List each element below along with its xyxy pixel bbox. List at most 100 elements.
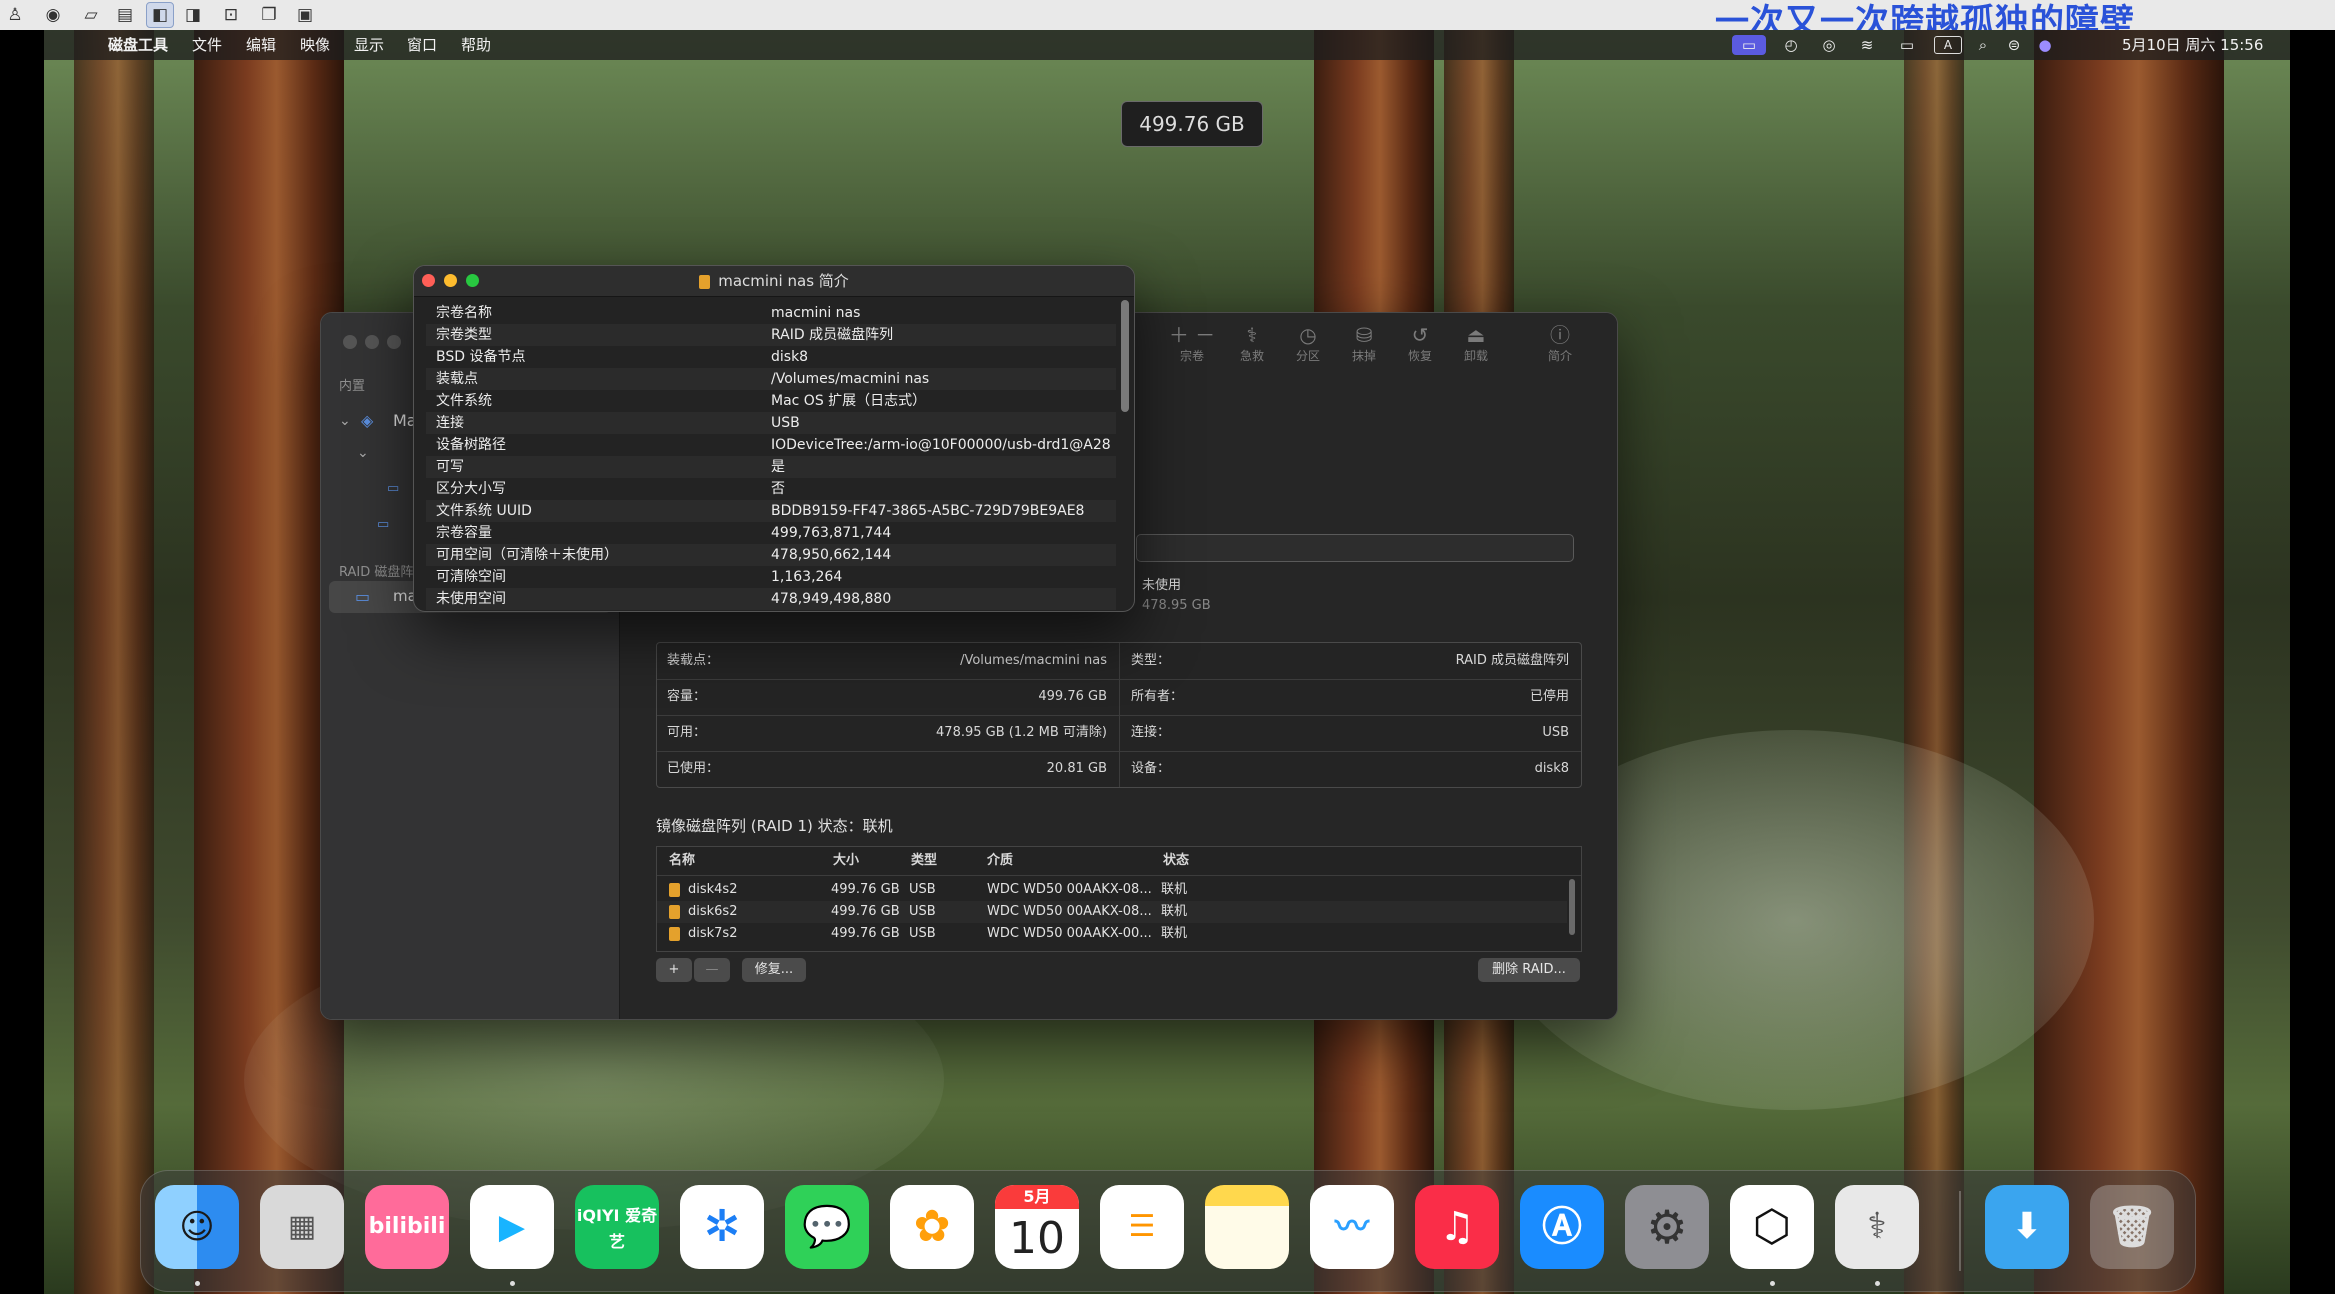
column-header-type[interactable]: 类型: [911, 847, 937, 875]
plus-minus-icon: ＋ －: [1168, 323, 1216, 347]
disk-utility-icon[interactable]: ⚕: [1835, 1185, 1919, 1269]
unmount-icon: ⏏: [1466, 323, 1486, 347]
info-value: USB: [1542, 725, 1569, 740]
search-icon[interactable]: ⌕: [1972, 35, 1994, 55]
zoom-button[interactable]: [387, 335, 401, 349]
wifi-icon[interactable]: ≋: [1854, 35, 1880, 55]
menu-image[interactable]: 映像: [300, 30, 330, 60]
disclosure-chevron-icon[interactable]: ⌄: [357, 445, 369, 461]
info-row: 设备树路径 IODeviceTree:/arm-io@10F00000/usb-d…: [436, 437, 1111, 453]
app-active-icon[interactable]: ◧: [146, 2, 174, 28]
photos-icon[interactable]: ✿: [890, 1185, 974, 1269]
toolbar-first-aid-button[interactable]: ⚕ 急救: [1224, 323, 1280, 364]
freeform-icon[interactable]: 〰: [1310, 1185, 1394, 1269]
table-row[interactable]: disk4s2 499.76 GB USB WDC WD50 00AAKX-08…: [657, 879, 1567, 901]
divider: [1119, 643, 1120, 787]
calendar-day: 10: [1009, 1213, 1065, 1264]
menu-edit[interactable]: 编辑: [246, 30, 276, 60]
info-value: 已停用: [1529, 689, 1569, 704]
table-row[interactable]: disk7s2 499.76 GB USB WDC WD50 00AAKX-00…: [657, 923, 1567, 945]
reminders-icon[interactable]: ☰: [1100, 1185, 1184, 1269]
video-player-icon[interactable]: ▶: [470, 1185, 554, 1269]
menu-datetime[interactable]: 5月10日 周六 15:56: [2122, 30, 2263, 60]
repair-button[interactable]: 修复...: [742, 958, 806, 982]
copy-icon[interactable]: ❐: [256, 3, 282, 27]
volume-info-table: 装载点： /Volumes/macmini nas 容量： 499.76 GB …: [656, 642, 1582, 788]
close-button[interactable]: [343, 335, 357, 349]
messages-icon[interactable]: 💬: [785, 1185, 869, 1269]
add-member-button[interactable]: +: [656, 958, 692, 982]
toolbar-restore-button[interactable]: ↺ 恢复: [1392, 323, 1448, 364]
menu-app-name[interactable]: 磁盘工具: [108, 30, 168, 60]
menu-window[interactable]: 窗口: [407, 30, 437, 60]
delete-raid-button[interactable]: 删除 RAID...: [1478, 958, 1580, 982]
clipboard-icon[interactable]: ▣: [292, 3, 318, 27]
column-header-size[interactable]: 大小: [833, 847, 859, 875]
battery-icon[interactable]: ▭: [1892, 35, 1922, 55]
row-media: WDC WD50 00AAKX-08...: [987, 904, 1152, 919]
app-icon[interactable]: ◨: [180, 3, 206, 27]
iqiyi-icon[interactable]: iQIYI 爱奇艺: [575, 1185, 659, 1269]
trash-icon[interactable]: 🗑: [2090, 1185, 2174, 1269]
window-icon[interactable]: ▤: [112, 3, 138, 27]
table-row[interactable]: disk6s2 499.76 GB USB WDC WD50 00AAKX-08…: [657, 901, 1567, 923]
disk-icon: [669, 882, 680, 897]
notes-icon[interactable]: [1205, 1185, 1289, 1269]
toolbar-volume-button[interactable]: ＋ －宗卷: [1164, 323, 1220, 364]
remove-member-button[interactable]: —: [694, 958, 730, 982]
info-scrollbar[interactable]: [1121, 300, 1129, 412]
music-icon[interactable]: ♫: [1415, 1185, 1499, 1269]
toolbar-erase-button[interactable]: ⛁ 抹掉: [1336, 323, 1392, 364]
info-value: 20.81 GB: [1046, 761, 1107, 776]
finder-icon[interactable]: ☺: [155, 1185, 239, 1269]
user-icon[interactable]: ♙: [2, 3, 28, 27]
info-row: 宗卷名称 macmini nas: [436, 305, 861, 321]
usage-bar: [1136, 534, 1574, 562]
info-window-titlebar[interactable]: macmini nas 简介: [414, 266, 1134, 297]
table-scrollbar[interactable]: [1569, 879, 1575, 935]
toolbar-info-button[interactable]: ⓘ 简介: [1532, 323, 1588, 364]
calendar-icon[interactable]: 5月 10: [995, 1185, 1079, 1269]
row-name: disk7s2: [688, 926, 738, 941]
menu-help[interactable]: 帮助: [461, 30, 491, 60]
vpn-icon[interactable]: ◎: [1816, 35, 1842, 55]
menu-file[interactable]: 文件: [192, 30, 222, 60]
safari-icon[interactable]: ✲: [680, 1185, 764, 1269]
info-label: 设备：: [1131, 761, 1171, 776]
downloads-folder-icon[interactable]: ⬇: [1985, 1185, 2069, 1269]
eye-icon[interactable]: ◉: [40, 3, 66, 27]
info-row: 可清除空间 1,163,264: [436, 569, 843, 585]
input-method-icon[interactable]: A: [1934, 36, 1962, 54]
system-settings-icon[interactable]: ⚙: [1625, 1185, 1709, 1269]
minimize-button[interactable]: [365, 335, 379, 349]
timer-icon[interactable]: ◴: [1780, 35, 1802, 55]
row-size: 499.76 GB: [831, 882, 900, 897]
info-row: 文件系统 Mac OS 扩展（日志式）: [436, 393, 927, 409]
info-value: disk8: [1534, 761, 1569, 776]
info-row: 宗卷类型 RAID 成员磁盘阵列: [426, 324, 1116, 346]
app-store-icon[interactable]: Ⓐ: [1520, 1185, 1604, 1269]
launchpad-icon[interactable]: ▦: [260, 1185, 344, 1269]
chatgpt-icon[interactable]: ⬡: [1730, 1185, 1814, 1269]
info-window: macmini nas 简介 宗卷名称 macmini nas 宗卷类型 RAID …: [413, 265, 1135, 612]
first-aid-icon: ⚕: [1246, 323, 1258, 347]
disclosure-chevron-icon[interactable]: ⌄: [339, 413, 351, 429]
info-row: 未使用空间 478,949,498,880: [426, 588, 1116, 610]
bilibili-icon[interactable]: bilibili: [365, 1185, 449, 1269]
row-size: 499.76 GB: [831, 904, 900, 919]
partition-icon: ◷: [1299, 323, 1317, 347]
toolbar-unmount-button[interactable]: ⏏ 卸载: [1448, 323, 1504, 364]
folder-icon[interactable]: ▱: [78, 3, 104, 27]
info-row: 可写是: [426, 456, 1116, 478]
lock-icon[interactable]: ⊡: [218, 3, 244, 27]
column-header-name[interactable]: 名称: [669, 847, 695, 875]
menu-view[interactable]: 显示: [354, 30, 384, 60]
column-header-media[interactable]: 介质: [987, 847, 1013, 875]
control-center-icon[interactable]: ⊜: [2000, 35, 2028, 55]
screen-mirroring-icon[interactable]: ▭: [1732, 35, 1766, 55]
tree-trunk: [1904, 30, 1964, 1294]
row-type: USB: [909, 904, 936, 919]
column-header-status[interactable]: 状态: [1163, 847, 1189, 875]
siri-icon[interactable]: ●: [2034, 35, 2056, 55]
toolbar-partition-button[interactable]: ◷ 分区: [1280, 323, 1336, 364]
